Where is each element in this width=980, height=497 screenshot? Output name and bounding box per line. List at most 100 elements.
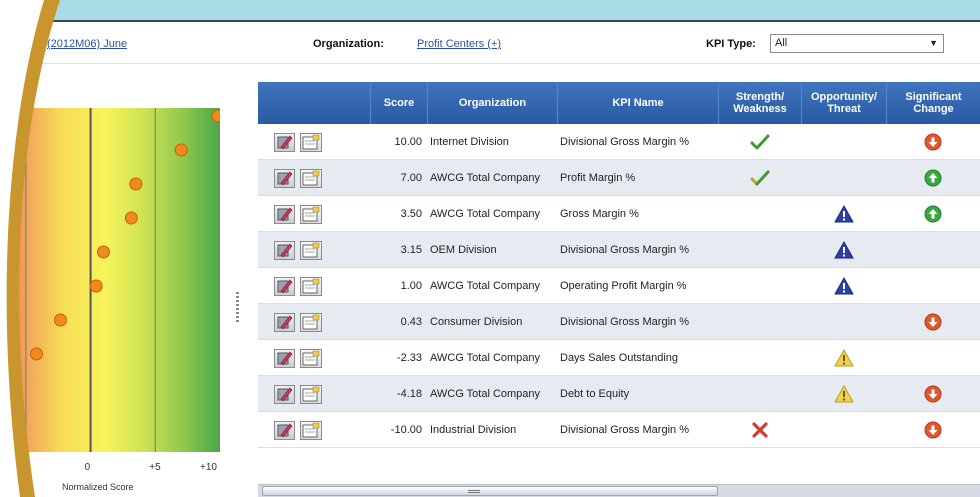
scrollbar-grip-icon bbox=[468, 490, 480, 493]
edit-kpi-button[interactable] bbox=[274, 421, 295, 440]
edit-kpi-button[interactable] bbox=[274, 169, 295, 188]
chart-report-icon bbox=[302, 206, 320, 222]
header-kpi-name[interactable]: KPI Name bbox=[557, 82, 718, 124]
view-chart-button[interactable] bbox=[300, 169, 322, 188]
chart-point[interactable] bbox=[129, 177, 143, 191]
significant-change-cell bbox=[886, 160, 980, 196]
arrow-down-circle-icon bbox=[924, 421, 942, 439]
decorative-arc bbox=[0, 0, 60, 497]
kpi-type-select[interactable]: All ▼ bbox=[770, 34, 944, 53]
view-chart-button[interactable] bbox=[300, 421, 322, 440]
header-score[interactable]: Score bbox=[370, 82, 427, 124]
edit-pencil-icon bbox=[277, 351, 293, 366]
table-row[interactable]: 0.43 Consumer Division Divisional Gross Ma… bbox=[258, 304, 980, 340]
edit-pencil-icon bbox=[277, 387, 293, 402]
view-chart-button[interactable] bbox=[300, 313, 322, 332]
edit-kpi-button[interactable] bbox=[274, 133, 295, 152]
organization-cell: Internet Division bbox=[430, 136, 509, 148]
header-opportunity-threat[interactable]: Opportunity/ Threat bbox=[801, 82, 886, 124]
view-chart-button[interactable] bbox=[300, 241, 322, 260]
significant-change-cell bbox=[886, 412, 980, 448]
view-chart-button[interactable] bbox=[300, 205, 322, 224]
chart-point[interactable] bbox=[89, 279, 103, 293]
edit-pencil-icon bbox=[277, 171, 293, 186]
chart-x-axis-label: Normalized Score bbox=[62, 482, 134, 492]
significant-change-cell bbox=[886, 340, 980, 376]
score-cell: 7.00 bbox=[400, 172, 422, 184]
arrow-down-circle-icon bbox=[924, 313, 942, 331]
view-chart-button[interactable] bbox=[300, 277, 322, 296]
chart-report-icon bbox=[302, 314, 320, 330]
score-cell: -2.33 bbox=[396, 352, 422, 364]
edit-pencil-icon bbox=[277, 135, 293, 150]
kpi-name-cell: Debt to Equity bbox=[560, 388, 630, 400]
chart-report-icon bbox=[302, 350, 320, 366]
strength-weakness-cell bbox=[718, 124, 801, 160]
view-chart-button[interactable] bbox=[300, 385, 322, 404]
chart-point[interactable] bbox=[174, 143, 188, 157]
chart-point[interactable] bbox=[97, 245, 111, 259]
table-row[interactable]: 3.15 OEM Division Divisional Gross Margin … bbox=[258, 232, 980, 268]
header-significant-change[interactable]: Significant Change bbox=[886, 82, 980, 124]
header-actions bbox=[258, 82, 370, 124]
kpi-name-cell: Gross Margin % bbox=[560, 208, 639, 220]
horizontal-scrollbar[interactable] bbox=[258, 484, 980, 497]
kpi-name-cell: Days Sales Outstanding bbox=[560, 352, 679, 364]
significant-change-cell bbox=[886, 268, 980, 304]
chart-tick-label: 0 bbox=[84, 462, 91, 473]
view-chart-button[interactable] bbox=[300, 133, 322, 152]
kpi-name-cell: Divisional Gross Margin % bbox=[560, 424, 689, 436]
chart-report-icon bbox=[302, 386, 320, 402]
header-strength-weakness[interactable]: Strength/ Weakness bbox=[718, 82, 801, 124]
table-row[interactable]: -2.33 AWCG Total Company Days Sales Outsta… bbox=[258, 340, 980, 376]
panel-splitter-handle[interactable] bbox=[236, 292, 239, 322]
edit-kpi-button[interactable] bbox=[274, 277, 295, 296]
table-row[interactable]: -4.18 AWCG Total Company Debt to Equity bbox=[258, 376, 980, 412]
edit-kpi-button[interactable] bbox=[274, 313, 295, 332]
blue-warning-icon bbox=[833, 205, 854, 223]
score-cell: 3.50 bbox=[400, 208, 422, 220]
dropdown-arrow-icon: ▼ bbox=[929, 38, 938, 48]
organization-link[interactable]: Profit Centers (+) bbox=[417, 38, 501, 50]
header-organization[interactable]: Organization bbox=[427, 82, 557, 124]
edit-kpi-button[interactable] bbox=[274, 205, 295, 224]
chart-point[interactable] bbox=[124, 211, 138, 225]
arrow-up-circle-icon bbox=[924, 205, 942, 223]
arrow-down-circle-icon bbox=[924, 385, 942, 403]
table-row[interactable]: 7.00 AWCG Total Company Profit Margin % bbox=[258, 160, 980, 196]
strength-weakness-cell bbox=[718, 340, 801, 376]
opportunity-threat-cell bbox=[801, 160, 886, 196]
edit-kpi-button[interactable] bbox=[274, 241, 295, 260]
organization-cell: AWCG Total Company bbox=[430, 352, 541, 364]
strength-weakness-cell bbox=[718, 232, 801, 268]
organization-cell: AWCG Total Company bbox=[430, 388, 541, 400]
table-row[interactable]: 3.50 AWCG Total Company Gross Margin % bbox=[258, 196, 980, 232]
table-row[interactable]: -10.00 Industrial Division Divisional Gros… bbox=[258, 412, 980, 448]
blue-warning-icon bbox=[833, 277, 854, 295]
table-row[interactable]: 10.00 Internet Division Divisional Gross M… bbox=[258, 124, 980, 160]
edit-pencil-icon bbox=[277, 243, 293, 258]
table-row[interactable]: 1.00 AWCG Total Company Operating Profit M… bbox=[258, 268, 980, 304]
chart-tick-label: +5 bbox=[149, 462, 161, 473]
chart-point[interactable] bbox=[211, 109, 220, 123]
edit-kpi-button[interactable] bbox=[274, 349, 295, 368]
edit-kpi-button[interactable] bbox=[274, 385, 295, 404]
organization-cell: OEM Division bbox=[430, 244, 497, 256]
opportunity-threat-cell bbox=[801, 340, 886, 376]
arrow-down-circle-icon bbox=[924, 133, 942, 151]
top-band bbox=[0, 0, 980, 20]
opportunity-threat-cell bbox=[801, 196, 886, 232]
scrollbar-thumb[interactable] bbox=[262, 486, 718, 496]
kpi-name-cell: Divisional Gross Margin % bbox=[560, 244, 689, 256]
opportunity-threat-cell bbox=[801, 412, 886, 448]
kpi-grid: Score Organization KPI Name Strength/ We… bbox=[258, 82, 980, 448]
strength-weakness-cell bbox=[718, 376, 801, 412]
edit-pencil-icon bbox=[277, 207, 293, 222]
kpi-name-cell: Divisional Gross Margin % bbox=[560, 316, 689, 328]
strength-weakness-cell bbox=[718, 196, 801, 232]
chart-report-icon bbox=[302, 242, 320, 258]
view-chart-button[interactable] bbox=[300, 349, 322, 368]
score-cell: 10.00 bbox=[394, 136, 422, 148]
organization-cell: AWCG Total Company bbox=[430, 172, 541, 184]
kpi-name-cell: Profit Margin % bbox=[560, 172, 636, 184]
